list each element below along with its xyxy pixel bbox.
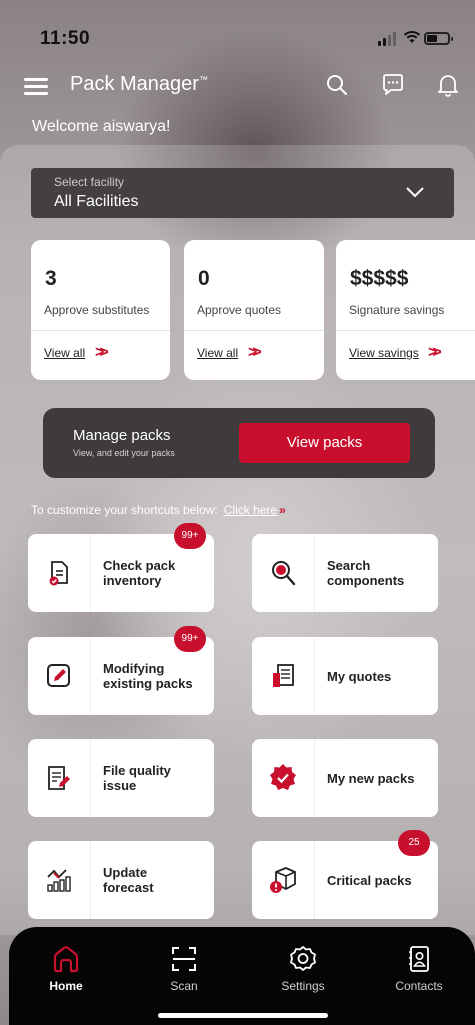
home-icon (21, 941, 111, 977)
signal-icon (378, 32, 396, 46)
bottom-nav: Home Scan Settings Contacts (9, 927, 475, 1025)
nav-label: Home (49, 979, 83, 993)
contacts-icon (374, 941, 464, 977)
home-indicator (158, 1013, 328, 1018)
manage-packs-subtitle: View, and edit your packs (73, 448, 175, 458)
shortcut-label: File quality issue (103, 763, 171, 793)
facility-value: All Facilities (54, 193, 139, 210)
count-badge: 99+ (174, 626, 206, 652)
search-icon[interactable] (324, 72, 350, 98)
card-divider (336, 330, 475, 331)
shortcut-update-forecast[interactable]: Update forecast (28, 841, 214, 919)
pack-inventory-icon (28, 534, 91, 612)
approve-substitutes-card[interactable]: 3 Approve substitutes View all >> (31, 240, 170, 380)
shortcut-my-quotes[interactable]: My quotes (252, 637, 438, 715)
wifi-icon (403, 31, 421, 43)
stat-value: $$$$$ (350, 267, 409, 290)
shortcut-label: Update forecast (103, 865, 154, 895)
shortcut-critical-packs[interactable]: Critical packs 25 (252, 830, 438, 919)
nav-home[interactable]: Home (21, 941, 111, 993)
count-badge: 25 (398, 830, 430, 856)
bell-icon[interactable] (435, 72, 461, 98)
settings-icon (258, 941, 348, 977)
critical-packs-icon (252, 841, 315, 919)
shortcut-my-new-packs[interactable]: My new packs (252, 739, 438, 817)
view-savings-link[interactable]: View savings (349, 346, 419, 360)
customize-shortcuts-text: To customize your shortcuts below: Click … (31, 503, 286, 517)
search-components-icon (252, 534, 315, 612)
new-packs-icon (252, 739, 315, 817)
shortcut-check-pack-inventory[interactable]: Check pack inventory 99+ (28, 523, 214, 612)
facility-label: Select facility (54, 175, 125, 189)
forecast-icon (28, 841, 91, 919)
welcome-text: Welcome aiswarya! (32, 118, 171, 135)
view-all-link[interactable]: View all (44, 346, 85, 360)
chevron-down-icon (406, 187, 424, 198)
menu-icon[interactable] (24, 78, 48, 96)
battery-icon (424, 32, 453, 45)
nav-label: Settings (281, 979, 325, 993)
shortcut-modifying-existing-packs[interactable]: Modifying existing packs 99+ (28, 626, 214, 715)
shortcut-search-components[interactable]: Search components (252, 534, 438, 612)
shortcut-label: My new packs (327, 770, 415, 786)
double-chevron-icon: >> (248, 344, 262, 361)
chat-icon[interactable] (380, 72, 406, 98)
stat-value: 3 (45, 267, 57, 290)
facility-select[interactable]: Select facility All Facilities (31, 168, 454, 218)
manage-packs-panel: Manage packs View, and edit your packs V… (43, 408, 435, 478)
nav-label: Contacts (395, 979, 443, 993)
view-all-link[interactable]: View all (197, 346, 238, 360)
scan-icon (139, 941, 229, 977)
card-divider (31, 330, 170, 331)
card-divider (184, 330, 324, 331)
double-chevron-icon: >> (428, 344, 442, 361)
shortcut-file-quality-issue[interactable]: File quality issue (28, 739, 214, 817)
stat-label: Approve substitutes (44, 303, 150, 317)
view-packs-button[interactable]: View packs (239, 423, 410, 463)
signature-savings-card[interactable]: $$$$$ Signature savings View savings >> (336, 240, 475, 380)
customize-label: To customize your shortcuts below: (31, 503, 218, 517)
nav-label: Scan (170, 979, 198, 993)
status-bar: 11:50 (0, 28, 475, 54)
stat-label: Signature savings (349, 303, 445, 317)
nav-contacts[interactable]: Contacts (374, 941, 464, 993)
approve-quotes-card[interactable]: 0 Approve quotes View all >> (184, 240, 324, 380)
quality-issue-icon (28, 739, 91, 817)
quotes-icon (252, 637, 315, 715)
app-header: Pack Manager™ (0, 68, 475, 104)
app-title: Pack Manager™ (70, 73, 208, 95)
double-chevron-icon: >> (95, 344, 109, 361)
customize-link[interactable]: Click here (224, 503, 277, 517)
edit-pack-icon (28, 637, 91, 715)
double-chevron-icon: » (279, 503, 286, 517)
count-badge: 99+ (174, 523, 206, 549)
manage-packs-title: Manage packs (73, 427, 171, 444)
stat-value: 0 (198, 267, 210, 290)
shortcut-label: My quotes (327, 668, 392, 684)
nav-settings[interactable]: Settings (258, 941, 348, 993)
stat-label: Approve quotes (197, 303, 282, 317)
shortcut-label: Search components (327, 558, 405, 588)
nav-scan[interactable]: Scan (139, 941, 229, 993)
status-time: 11:50 (40, 28, 91, 49)
